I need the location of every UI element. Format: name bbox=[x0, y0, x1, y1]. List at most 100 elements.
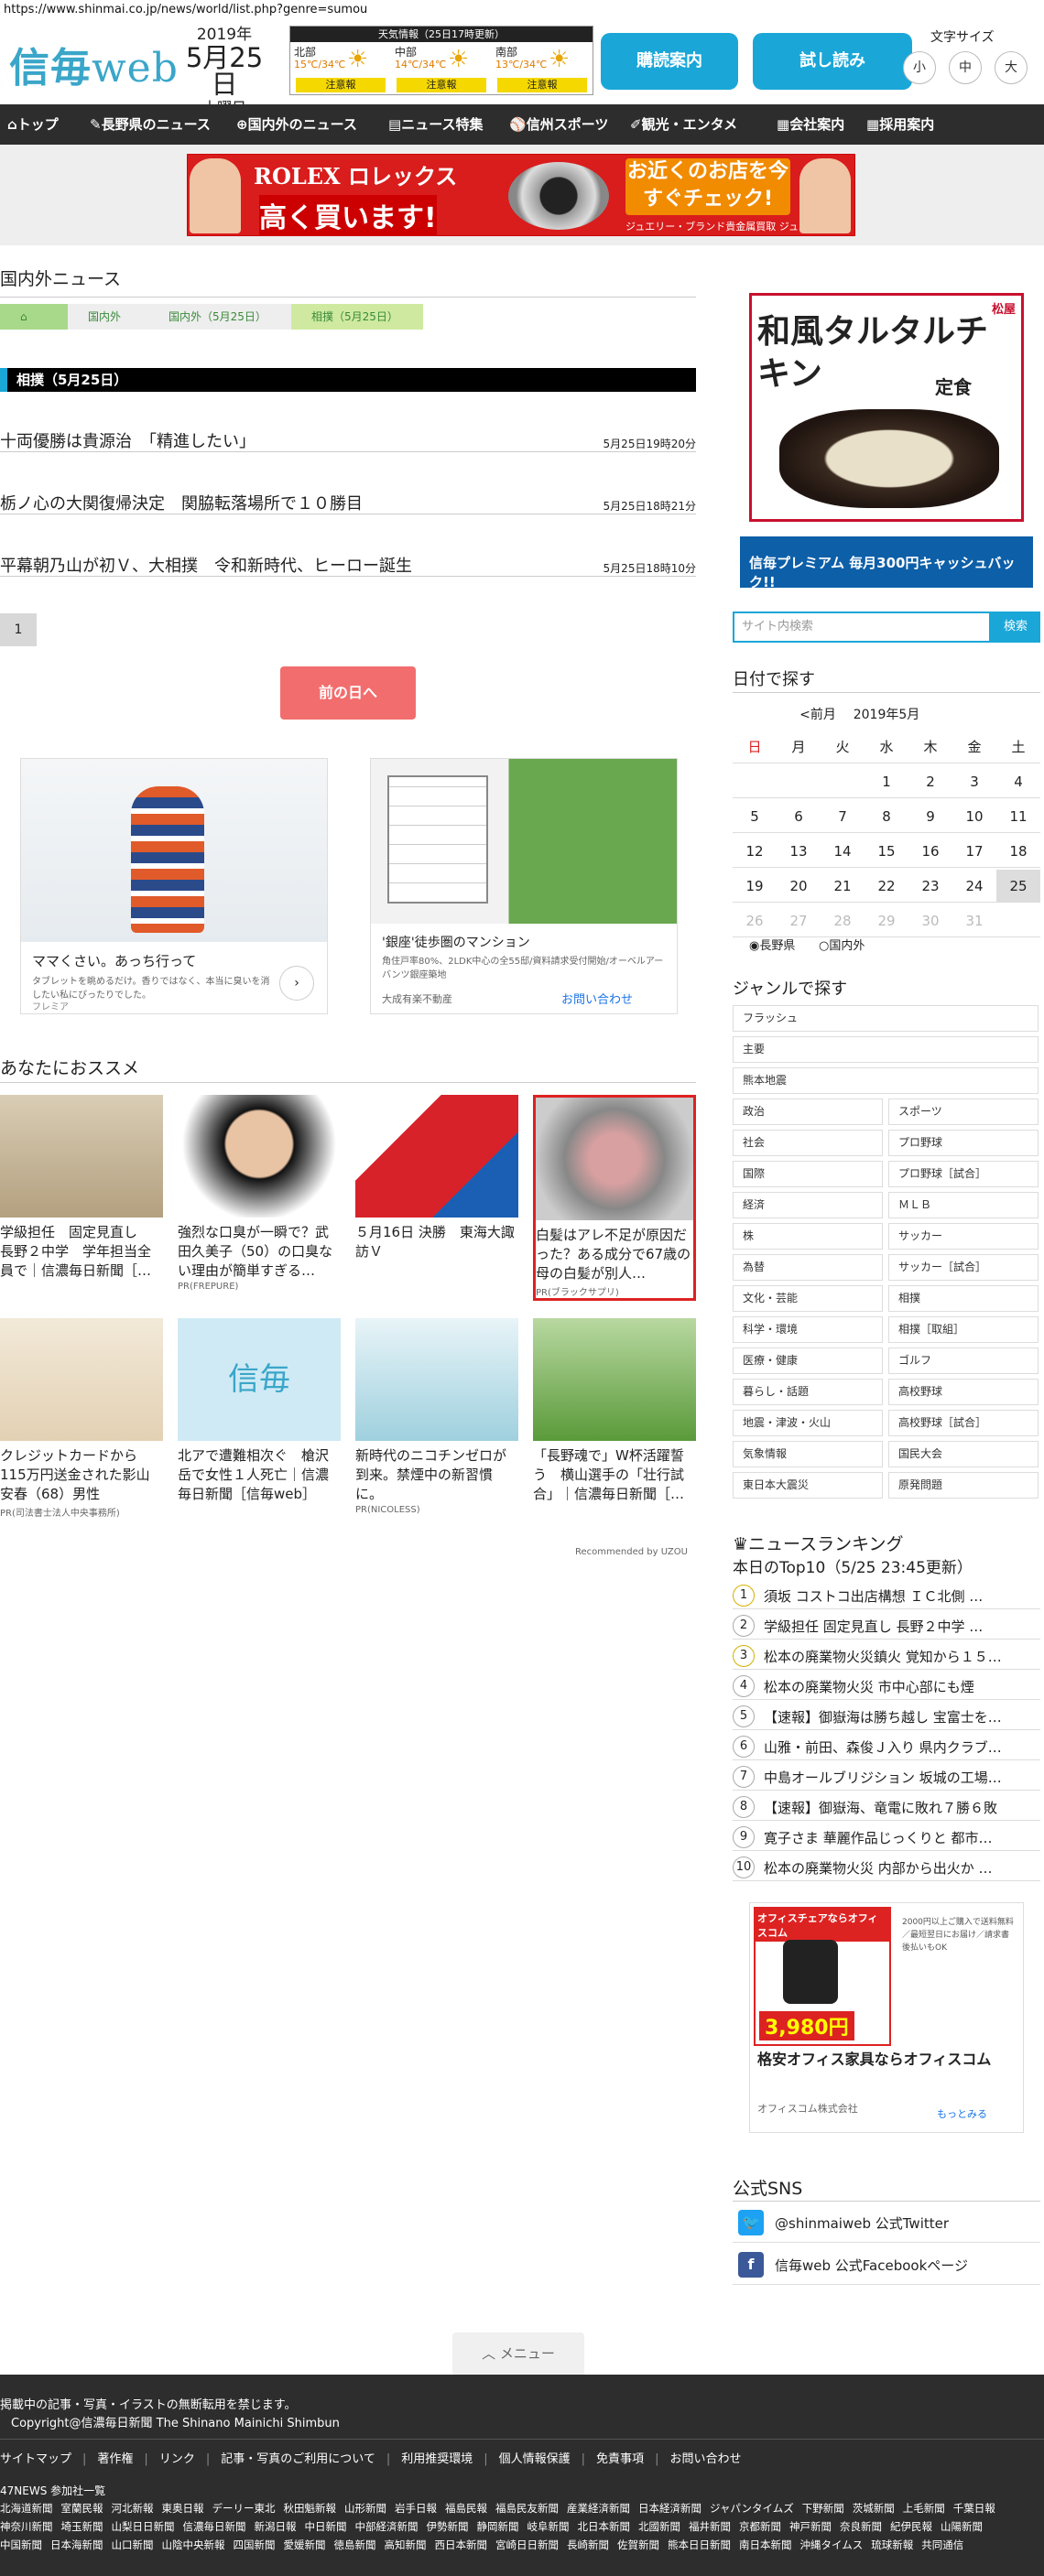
article-title[interactable]: 十両優勝は貴源治 「精進したい」 bbox=[0, 428, 256, 452]
genre-link[interactable]: 国民大会 bbox=[888, 1441, 1039, 1467]
nav-company[interactable]: ▦会社案内 bbox=[777, 104, 844, 145]
article-title[interactable]: 栃ノ心の大関復帰決定 関脇転落場所で１０勝目 bbox=[0, 491, 363, 514]
genre-link[interactable]: スポーツ bbox=[888, 1099, 1039, 1125]
ranking-item[interactable]: 4 松本の廃業物火災 市中心部にも煙 bbox=[733, 1671, 1040, 1700]
ranking-item[interactable]: 6 山雅・前田、森俊Ｊ入り 県内クラブ… bbox=[733, 1731, 1040, 1760]
footer-link[interactable]: 個人情報保護 bbox=[499, 2452, 571, 2466]
calendar-prev-month[interactable]: <前月 bbox=[795, 701, 841, 729]
rolex-banner-ad[interactable]: ROLEX ロレックス 高く買います! お近くのお店を今すぐチェック! ジュエリ… bbox=[187, 154, 855, 236]
calendar-day[interactable]: 1 bbox=[865, 765, 908, 798]
recommend-item[interactable]: 新時代のニコチンゼロが到来。禁煙中の新習慣に。 PR(NICOLESS) bbox=[355, 1318, 518, 1515]
calendar-day[interactable]: 4 bbox=[996, 765, 1040, 798]
footer-link[interactable]: リンク bbox=[159, 2452, 195, 2466]
genre-link[interactable]: 医療・健康 bbox=[733, 1348, 883, 1374]
calendar-day[interactable]: 16 bbox=[908, 835, 952, 868]
genre-link[interactable]: 地震・津波・火山 bbox=[733, 1410, 883, 1436]
subscribe-button[interactable]: 購読案内 bbox=[601, 33, 738, 90]
matsuya-ad[interactable]: 松屋 和風タルタルチキン 定食 bbox=[749, 293, 1024, 522]
paper-link[interactable]: 日本海新聞 bbox=[50, 2538, 103, 2551]
recommend-item[interactable]: 白髪はアレ不足が原因だった？ある成分で67歳の母の白髪が別人… PR(ブラックサプ… bbox=[533, 1095, 696, 1301]
genre-link[interactable]: 高校野球 bbox=[888, 1379, 1039, 1405]
paper-link[interactable]: 長崎新聞 bbox=[567, 2538, 609, 2551]
breadcrumb-home[interactable]: ⌂ bbox=[0, 304, 68, 330]
paper-link[interactable]: 熊本日日新聞 bbox=[668, 2538, 731, 2551]
genre-link[interactable]: 東日本大震災 bbox=[733, 1472, 883, 1499]
ranking-item[interactable]: 8 【速報】御嶽海、竜電に敗れ７勝６敗 bbox=[733, 1791, 1040, 1821]
paper-link[interactable]: 岐阜新聞 bbox=[527, 2520, 570, 2533]
genre-link[interactable]: 暮らし・話題 bbox=[733, 1379, 883, 1405]
genre-link[interactable]: ＭＬＢ bbox=[888, 1192, 1039, 1218]
paper-link[interactable]: 福島民報 bbox=[445, 2502, 487, 2515]
ranking-item[interactable]: 10 松本の廃業物火災 内部から出火か … bbox=[733, 1852, 1040, 1881]
calendar-day[interactable]: 17 bbox=[952, 835, 996, 868]
paper-link[interactable]: 茨城新聞 bbox=[853, 2502, 895, 2515]
calendar-day[interactable]: 12 bbox=[733, 835, 777, 868]
paper-link[interactable]: 福島民友新聞 bbox=[495, 2502, 559, 2515]
paper-link[interactable]: 四国新聞 bbox=[234, 2538, 276, 2551]
genre-link[interactable]: 主要 bbox=[733, 1036, 1039, 1063]
paper-link[interactable]: 西日本新聞 bbox=[435, 2538, 488, 2551]
paper-link[interactable]: 日本経済新聞 bbox=[638, 2502, 701, 2515]
premium-ad[interactable]: 信毎プレミアム 毎月300円キャッシュバック!! bbox=[740, 536, 1033, 590]
ranking-item[interactable]: 9 寛子さま 華麗作品じっくりと 都市… bbox=[733, 1822, 1040, 1851]
nav-top[interactable]: ⌂トップ bbox=[7, 104, 59, 145]
calendar-day[interactable]: 14 bbox=[821, 835, 865, 868]
calendar-day[interactable]: 7 bbox=[821, 800, 865, 833]
paper-link[interactable]: 河北新報 bbox=[112, 2502, 154, 2515]
weather-widget[interactable]: 天気情報（25日17時更新） 北部 15℃/34℃ ☀ 注意報 中部 14℃/34℃ … bbox=[289, 26, 593, 95]
paper-link[interactable]: 上毛新聞 bbox=[903, 2502, 945, 2515]
chevron-right-icon[interactable]: › bbox=[279, 966, 314, 1001]
calendar-day[interactable]: 15 bbox=[865, 835, 908, 868]
paper-link[interactable]: 山陰中央新報 bbox=[162, 2538, 225, 2551]
ranking-item[interactable]: 7 中島オールブリジション 坂城の工場… bbox=[733, 1761, 1040, 1791]
nav-nagano[interactable]: ✎長野県のニュース bbox=[90, 104, 211, 145]
genre-link[interactable]: サッカー［試合］ bbox=[888, 1254, 1039, 1281]
paper-link[interactable]: 伊勢新聞 bbox=[427, 2520, 469, 2533]
paper-link[interactable]: 神戸新聞 bbox=[789, 2520, 832, 2533]
radio-world[interactable]: ○国内外 bbox=[819, 936, 865, 953]
font-size-large[interactable]: 大 bbox=[995, 51, 1028, 84]
paper-link[interactable]: 紀伊民報 bbox=[890, 2520, 932, 2533]
recommend-item[interactable]: 信毎 北アで遭難相次ぐ 槍沢岳で女性１人死亡｜信濃毎日新聞［信毎web］ bbox=[178, 1318, 341, 1505]
article-item[interactable]: 栃ノ心の大関復帰決定 関脇転落場所で１０勝目 5月25日18時21分 bbox=[0, 483, 696, 514]
genre-link[interactable]: 株 bbox=[733, 1223, 883, 1250]
genre-link[interactable]: 科学・環境 bbox=[733, 1316, 883, 1343]
calendar-day[interactable]: 23 bbox=[908, 870, 952, 903]
calendar-day[interactable]: 2 bbox=[908, 765, 952, 798]
paper-link[interactable]: 佐賀新聞 bbox=[617, 2538, 659, 2551]
paper-link[interactable]: 信濃毎日新聞 bbox=[183, 2520, 246, 2533]
officecom-ad[interactable]: オフィスチェアならオフィスコム 3,980円 2000円以上ご購入で送料無料／最… bbox=[749, 1902, 1024, 2133]
calendar-day[interactable]: 20 bbox=[777, 870, 821, 903]
calendar-day[interactable]: 22 bbox=[865, 870, 908, 903]
recommend-item[interactable]: 学級担任 固定見直し 長野２中学 学年担当全員で｜信濃毎日新聞［… bbox=[0, 1095, 163, 1282]
font-size-small[interactable]: 小 bbox=[903, 51, 936, 84]
genre-link[interactable]: プロ野球［試合］ bbox=[888, 1161, 1039, 1187]
calendar-day[interactable]: 11 bbox=[996, 800, 1040, 833]
genre-link[interactable]: 文化・芸能 bbox=[733, 1285, 883, 1312]
paper-link[interactable]: 秋田魁新報 bbox=[284, 2502, 337, 2515]
footer-link[interactable]: お問い合わせ bbox=[669, 2452, 741, 2466]
recommend-item[interactable]: 「長野魂で」W杯活躍誓う 横山選手の「壮行試合」｜信濃毎日新聞［… bbox=[533, 1318, 696, 1505]
nav-sports[interactable]: ⚾信州スポーツ bbox=[509, 104, 608, 145]
genre-link[interactable]: 政治 bbox=[733, 1099, 883, 1125]
genre-link[interactable]: 気象情報 bbox=[733, 1441, 883, 1467]
nav-world[interactable]: ⊕国内外のニュース bbox=[236, 104, 357, 145]
calendar-day[interactable]: 9 bbox=[908, 800, 952, 833]
article-item[interactable]: 平幕朝乃山が初Ｖ、大相撲 令和新時代、ヒーロー誕生 5月25日18時10分 bbox=[0, 546, 696, 577]
paper-link[interactable]: 北日本新聞 bbox=[578, 2520, 631, 2533]
paper-link[interactable]: 中国新聞 bbox=[0, 2538, 42, 2551]
site-search-input[interactable]: サイト内検索 bbox=[733, 612, 991, 643]
nav-features[interactable]: ▤ニュース特集 bbox=[388, 104, 483, 145]
genre-link[interactable]: フラッシュ bbox=[733, 1005, 1039, 1032]
paper-link[interactable]: 山梨日日新聞 bbox=[112, 2520, 175, 2533]
genre-link[interactable]: サッカー bbox=[888, 1223, 1039, 1250]
trial-button[interactable]: 試し読み bbox=[753, 33, 912, 90]
paper-link[interactable]: 琉球新報 bbox=[871, 2538, 913, 2551]
paper-link[interactable]: 北國新聞 bbox=[638, 2520, 680, 2533]
paper-link[interactable]: 南日本新聞 bbox=[739, 2538, 792, 2551]
google-ad-1[interactable]: ママくさい。あっち行って タブレットを眺めるだけ。香りではなく、本当に臭いを消し… bbox=[20, 758, 328, 1014]
paper-link[interactable]: 高知新聞 bbox=[385, 2538, 427, 2551]
calendar-day[interactable]: 13 bbox=[777, 835, 821, 868]
paper-link[interactable]: デーリー東北 bbox=[212, 2502, 276, 2515]
paper-link[interactable]: 神奈川新聞 bbox=[0, 2520, 53, 2533]
